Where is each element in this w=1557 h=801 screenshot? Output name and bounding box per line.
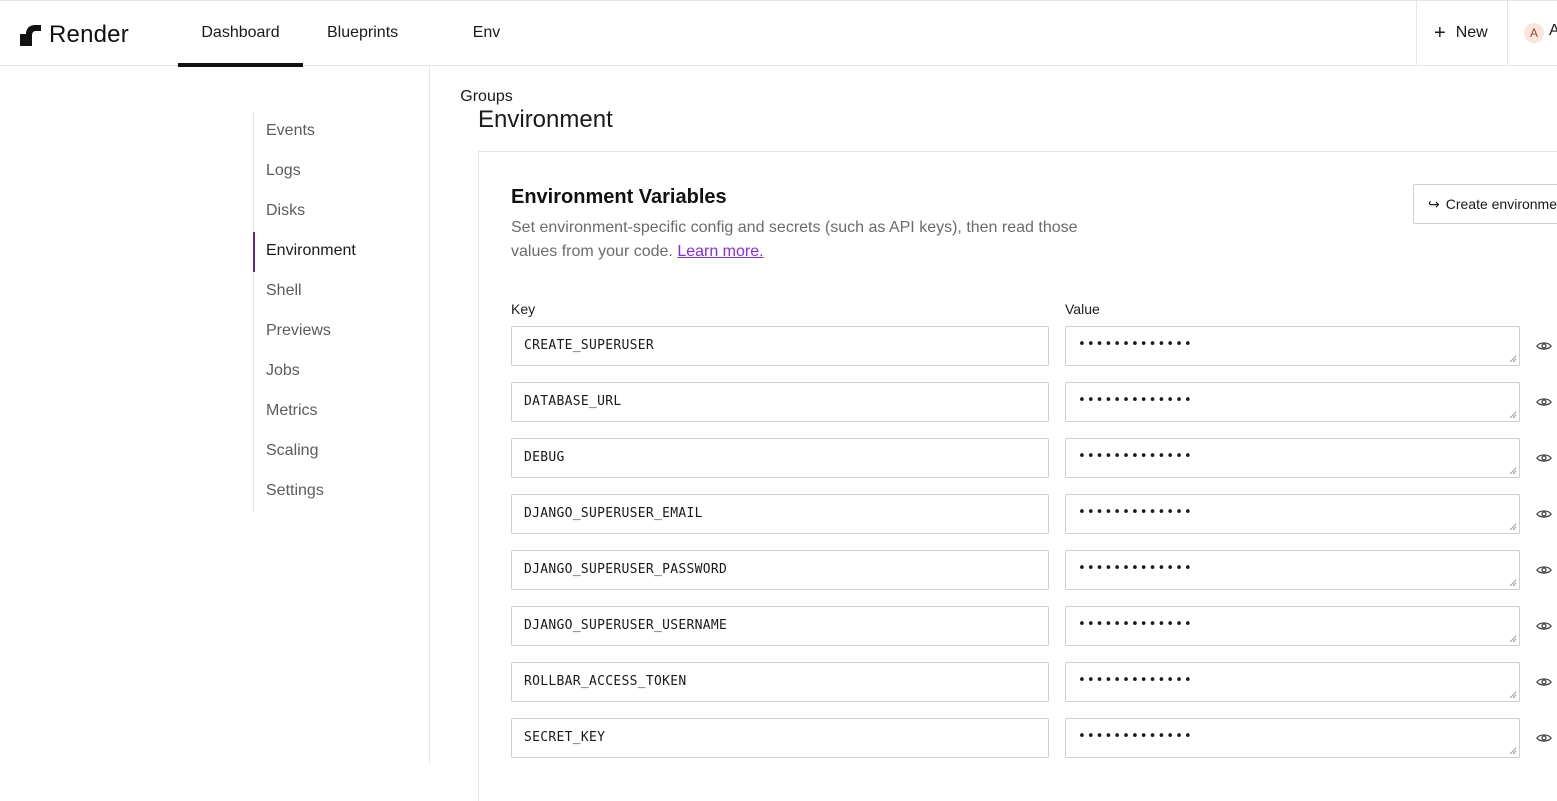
render-logo[interactable]: Render: [20, 21, 129, 49]
resize-grip-icon[interactable]: [1509, 467, 1517, 475]
key-column-label: Key: [511, 301, 536, 317]
sidebar-item-logs[interactable]: Logs: [254, 152, 404, 192]
env-value-masked: •••••••••••••: [1078, 729, 1193, 744]
service-sidebar-nav: Events Logs Disks Environment Shell Prev…: [253, 112, 424, 512]
env-value-input[interactable]: •••••••••••••: [1065, 326, 1520, 366]
eye-icon[interactable]: [1536, 562, 1552, 578]
env-value-masked: •••••••••••••: [1078, 505, 1193, 520]
sidebar-item-jobs[interactable]: Jobs: [254, 352, 404, 392]
env-key-input[interactable]: DATABASE_URL: [511, 382, 1049, 422]
top-header: Render Dashboard Blueprints Env Groups +…: [0, 0, 1557, 105]
env-key-input[interactable]: DJANGO_SUPERUSER_EMAIL: [511, 494, 1049, 534]
account-name[interactable]: A: [1549, 22, 1557, 40]
env-key-input[interactable]: DJANGO_SUPERUSER_USERNAME: [511, 606, 1049, 646]
render-logo-icon: [20, 24, 41, 46]
resize-grip-icon[interactable]: [1509, 635, 1517, 643]
env-vars-description-text: Set environment-specific config and secr…: [511, 219, 1078, 260]
env-value-masked: •••••••••••••: [1078, 561, 1193, 576]
sidebar-item-settings[interactable]: Settings: [254, 472, 404, 512]
tab-dashboard[interactable]: Dashboard: [178, 1, 303, 67]
resize-grip-icon[interactable]: [1509, 523, 1517, 531]
env-key-input[interactable]: DEBUG: [511, 438, 1049, 478]
env-value-input[interactable]: •••••••••••••: [1065, 606, 1520, 646]
value-column-label: Value: [1065, 301, 1100, 317]
tab-blueprints[interactable]: Blueprints: [327, 1, 398, 65]
sidebar-item-previews[interactable]: Previews: [254, 312, 404, 352]
sidebar-item-disks[interactable]: Disks: [254, 192, 404, 232]
env-key-input[interactable]: ROLLBAR_ACCESS_TOKEN: [511, 662, 1049, 702]
eye-icon[interactable]: [1536, 394, 1552, 410]
create-env-group-label: Create environment group: [1445, 196, 1557, 212]
eye-icon[interactable]: [1536, 730, 1552, 746]
env-vars-title: Environment Variables: [511, 186, 727, 208]
new-button-label: New: [1455, 24, 1488, 41]
eye-icon[interactable]: [1536, 506, 1552, 522]
env-value-input[interactable]: •••••••••••••: [1065, 494, 1520, 534]
env-value-masked: •••••••••••••: [1078, 673, 1193, 688]
learn-more-link[interactable]: Learn more.: [677, 243, 763, 260]
env-key-input[interactable]: CREATE_SUPERUSER: [511, 326, 1049, 366]
env-value-masked: •••••••••••••: [1078, 449, 1193, 464]
plus-icon: +: [1434, 22, 1446, 44]
resize-grip-icon[interactable]: [1509, 355, 1517, 363]
env-value-input[interactable]: •••••••••••••: [1065, 438, 1520, 478]
sidebar-item-metrics[interactable]: Metrics: [254, 392, 404, 432]
sidebar-item-environment[interactable]: Environment: [253, 232, 403, 272]
new-button[interactable]: + New: [1434, 1, 1488, 65]
resize-grip-icon[interactable]: [1509, 747, 1517, 755]
create-env-group-button[interactable]: ↪ Create environment group: [1413, 184, 1557, 224]
env-value-input[interactable]: •••••••••••••: [1065, 382, 1520, 422]
env-value-masked: •••••••••••••: [1078, 337, 1193, 352]
env-key-input[interactable]: SECRET_KEY: [511, 718, 1049, 758]
env-value-input[interactable]: •••••••••••••: [1065, 718, 1520, 758]
sidebar-item-scaling[interactable]: Scaling: [254, 432, 404, 472]
tab-env-groups[interactable]: Env Groups: [446, 1, 527, 105]
env-value-masked: •••••••••••••: [1078, 617, 1193, 632]
eye-icon[interactable]: [1536, 450, 1552, 466]
header-divider: [1507, 1, 1508, 65]
env-value-masked: •••••••••••••: [1078, 393, 1193, 408]
resize-grip-icon[interactable]: [1509, 691, 1517, 699]
sidebar-item-shell[interactable]: Shell: [254, 272, 404, 312]
header-divider: [1416, 1, 1417, 65]
eye-icon[interactable]: [1536, 674, 1552, 690]
eye-icon[interactable]: [1536, 338, 1552, 354]
env-value-input[interactable]: •••••••••••••: [1065, 550, 1520, 590]
sidebar-item-events[interactable]: Events: [254, 112, 404, 152]
env-vars-description: Set environment-specific config and secr…: [511, 216, 1091, 264]
env-value-input[interactable]: •••••••••••••: [1065, 662, 1520, 702]
resize-grip-icon[interactable]: [1509, 579, 1517, 587]
page-title: Environment: [478, 106, 613, 133]
resize-grip-icon[interactable]: [1509, 411, 1517, 419]
arrow-return-icon: ↪: [1428, 196, 1440, 212]
avatar[interactable]: A: [1524, 23, 1544, 43]
eye-icon[interactable]: [1536, 618, 1552, 634]
env-key-input[interactable]: DJANGO_SUPERUSER_PASSWORD: [511, 550, 1049, 590]
app-name: Render: [49, 21, 129, 48]
